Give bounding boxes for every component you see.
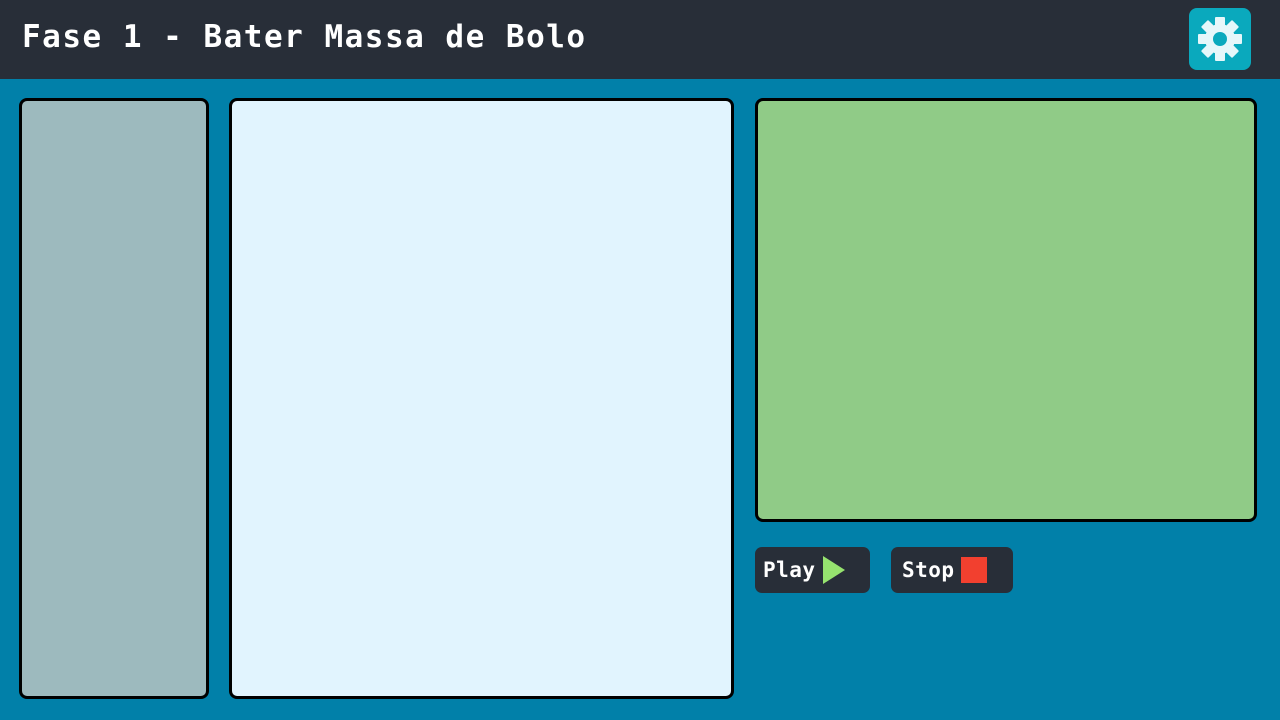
- gear-icon: [1198, 17, 1242, 61]
- play-button[interactable]: Play: [755, 547, 870, 593]
- stop-button[interactable]: Stop: [891, 547, 1013, 593]
- blocks-palette-panel[interactable]: [19, 98, 209, 699]
- level-title: Fase 1 - Bater Massa de Bolo: [22, 19, 587, 55]
- play-button-label: Play: [763, 558, 816, 582]
- play-icon: [822, 556, 845, 584]
- settings-button[interactable]: [1189, 8, 1251, 70]
- stop-button-label: Stop: [902, 558, 955, 582]
- game-stage-panel[interactable]: [755, 98, 1257, 522]
- top-bar: Fase 1 - Bater Massa de Bolo: [0, 0, 1280, 79]
- stop-icon: [960, 557, 987, 583]
- code-workspace-panel[interactable]: [229, 98, 734, 699]
